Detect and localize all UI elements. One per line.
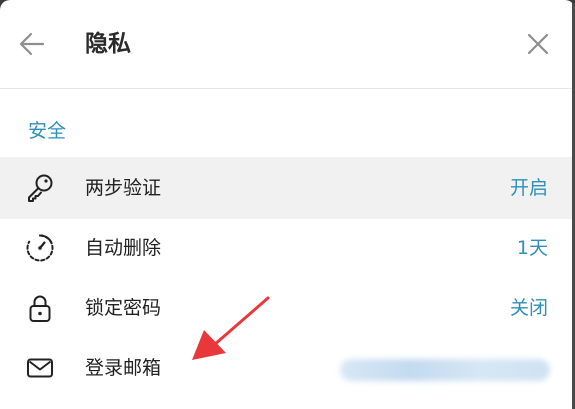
close-button[interactable] — [520, 26, 556, 62]
row-two-step-verification[interactable]: 两步验证 开启 — [0, 157, 572, 219]
row-login-email[interactable]: 登录邮箱 — [0, 337, 572, 399]
row-value: 1天 — [516, 237, 548, 259]
section-title-security: 安全 — [28, 120, 67, 142]
key-icon — [28, 174, 53, 202]
panel-header: 隐私 — [0, 0, 572, 89]
row-lock-password[interactable]: 锁定密码 关闭 — [0, 277, 572, 339]
row-label: 两步验证 — [85, 177, 162, 199]
row-label: 登录邮箱 — [85, 357, 162, 379]
privacy-panel: 隐私 安全 两步验证 开启 自动删除 1天 锁定密码 关闭 登录邮箱 — [0, 0, 575, 409]
lock-icon — [29, 295, 51, 322]
blurred-email-value — [340, 359, 550, 381]
page-title: 隐私 — [85, 31, 131, 57]
row-auto-delete[interactable]: 自动删除 1天 — [0, 217, 572, 279]
row-label: 自动删除 — [85, 237, 162, 259]
back-button[interactable] — [14, 26, 50, 62]
mail-icon — [27, 358, 53, 378]
row-value: 关闭 — [509, 297, 548, 319]
timer-icon — [26, 234, 54, 262]
row-value: 开启 — [509, 177, 548, 199]
row-label: 锁定密码 — [85, 297, 162, 319]
arrow-left-icon — [19, 32, 45, 56]
close-icon — [527, 33, 549, 55]
